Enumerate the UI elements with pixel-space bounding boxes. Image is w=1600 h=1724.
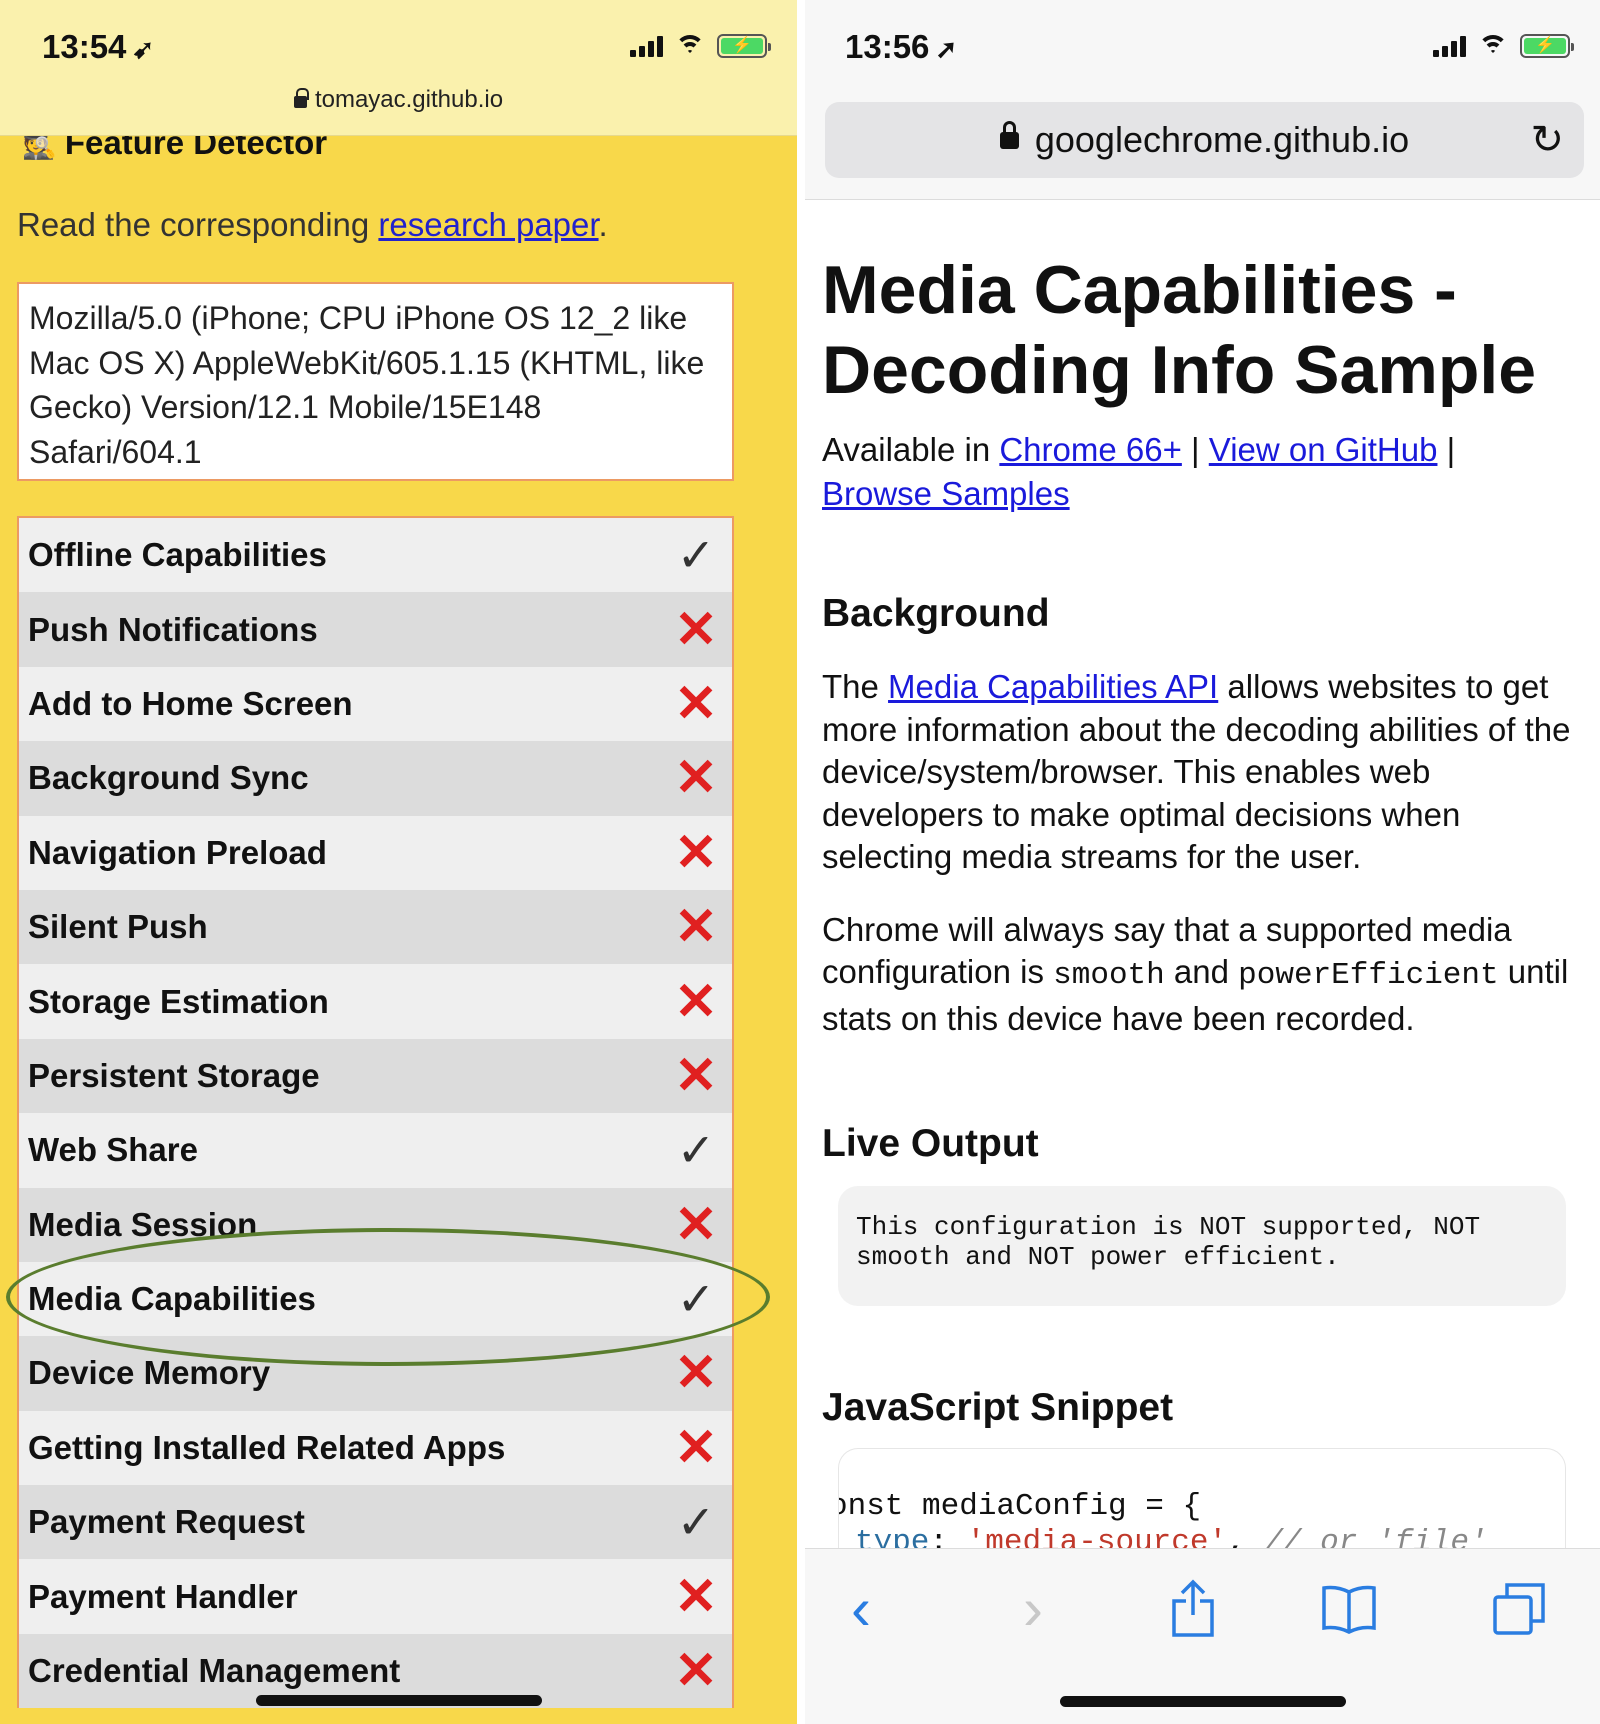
- cross-icon: ✕: [674, 898, 718, 957]
- page-content: Media Capabilities - Decoding Info Sampl…: [822, 200, 1592, 1568]
- feature-name: Silent Push: [28, 908, 208, 946]
- feature-name: Payment Request: [28, 1503, 305, 1541]
- status-time: 13:54 ➹: [42, 28, 155, 65]
- location-arrow-icon: ➹: [132, 34, 155, 64]
- feature-row: Silent Push ✕: [19, 889, 732, 965]
- feature-name: Media Capabilities: [28, 1280, 316, 1318]
- reload-icon[interactable]: ↻: [1530, 120, 1564, 160]
- feature-name: Device Memory: [28, 1354, 271, 1392]
- feature-detector-screen: 13:54 ➹ ⚡ tomayac.github.io 🕵 Feature Dete…: [0, 0, 797, 1724]
- cross-icon: ✕: [674, 674, 718, 733]
- bookmarks-icon[interactable]: [1319, 1579, 1379, 1639]
- feature-row: Offline Capabilities ✓: [19, 518, 732, 593]
- wifi-icon: [1478, 35, 1508, 57]
- feature-row: Media Capabilities ✓: [19, 1261, 732, 1337]
- wifi-icon: [675, 35, 705, 57]
- feature-row: Media Session ✕: [19, 1187, 732, 1262]
- status-bar: 13:54 ➹ ⚡ tomayac.github.io: [0, 0, 797, 136]
- cross-icon: ✕: [674, 600, 718, 659]
- feature-row: Persistent Storage ✕: [19, 1038, 732, 1114]
- background-paragraph-2: Chrome will always say that a supported …: [822, 910, 1569, 1037]
- live-output-heading: Live Output: [822, 1122, 1039, 1165]
- cellular-signal-icon: [1433, 35, 1466, 57]
- feature-name: Add to Home Screen: [28, 684, 353, 722]
- checkmark-icon: ✓: [676, 1496, 716, 1549]
- back-icon[interactable]: ‹: [831, 1579, 891, 1639]
- cross-icon: ✕: [674, 1344, 718, 1403]
- cross-icon: ✕: [674, 749, 718, 808]
- cross-icon: ✕: [674, 1642, 718, 1701]
- feature-row: Getting Installed Related Apps ✕: [19, 1410, 732, 1486]
- share-icon[interactable]: [1163, 1579, 1223, 1639]
- chrome-version-link[interactable]: Chrome 66+: [999, 431, 1182, 468]
- feature-row: Web Share ✓: [19, 1113, 732, 1188]
- forward-icon[interactable]: ›: [1003, 1579, 1063, 1639]
- live-output-box: This configuration is NOT supported, NOT…: [838, 1186, 1566, 1306]
- lock-icon: [999, 120, 1019, 149]
- home-indicator[interactable]: [1060, 1696, 1346, 1707]
- browse-samples-link[interactable]: Browse Samples: [822, 475, 1070, 512]
- browser-top-bar: 13:56 ➚ ⚡ googlechrome.github.io ↻: [805, 0, 1600, 200]
- url-text: tomayac.github.io: [314, 86, 504, 113]
- checkmark-icon: ✓: [676, 529, 716, 582]
- background-paragraph-1: The Media Capabilities API allows websit…: [822, 668, 1571, 875]
- feature-row: Navigation Preload ✕: [19, 815, 732, 890]
- cross-icon: ✕: [674, 1567, 718, 1626]
- cross-icon: ✕: [674, 972, 718, 1031]
- url-text: googlechrome.github.io: [1034, 119, 1410, 160]
- feature-name: Background Sync: [28, 759, 309, 797]
- feature-name: Payment Handler: [28, 1577, 298, 1615]
- feature-row: Storage Estimation ✕: [19, 964, 732, 1039]
- availability-line: Available in Chrome 66+ | View on GitHub…: [822, 431, 1456, 512]
- feature-row: Background Sync ✕: [19, 741, 732, 816]
- feature-row: Add to Home Screen ✕: [19, 666, 732, 742]
- checkmark-icon: ✓: [676, 1124, 716, 1177]
- cross-icon: ✕: [674, 1418, 718, 1477]
- status-time: 13:56 ➚: [845, 28, 958, 65]
- intro-text: Read the corresponding research paper.: [17, 206, 608, 243]
- battery-charging-icon: ⚡: [717, 34, 771, 58]
- media-capabilities-api-link[interactable]: Media Capabilities API: [888, 668, 1218, 705]
- page-title: Media Capabilities - Decoding Info Sampl…: [822, 252, 1537, 408]
- feature-row: Device Memory ✕: [19, 1336, 732, 1411]
- javascript-snippet-heading: JavaScript Snippet: [822, 1386, 1174, 1429]
- tabs-icon[interactable]: [1489, 1579, 1549, 1639]
- cross-icon: ✕: [674, 1046, 718, 1105]
- code-line: onst mediaConfig = {: [838, 1489, 1202, 1524]
- feature-name: Persistent Storage: [28, 1056, 320, 1094]
- user-agent-field[interactable]: Mozilla/5.0 (iPhone; CPU iPhone OS 12_2 …: [17, 282, 734, 481]
- address-bar[interactable]: googlechrome.github.io ↻: [825, 102, 1584, 178]
- cross-icon: ✕: [674, 823, 718, 882]
- feature-name: Web Share: [28, 1131, 198, 1169]
- checkmark-icon: ✓: [676, 1273, 716, 1326]
- feature-name: Push Notifications: [28, 610, 318, 648]
- status-icons: ⚡: [630, 34, 771, 58]
- view-on-github-link[interactable]: View on GitHub: [1209, 431, 1438, 468]
- location-arrow-icon: ➚: [935, 34, 958, 64]
- feature-name: Navigation Preload: [28, 833, 327, 871]
- home-indicator[interactable]: [256, 1695, 542, 1706]
- feature-row: Payment Request ✓: [19, 1485, 732, 1560]
- battery-charging-icon: ⚡: [1520, 34, 1574, 58]
- lock-icon: [293, 88, 309, 108]
- cross-icon: ✕: [674, 1195, 718, 1254]
- cellular-signal-icon: [630, 35, 663, 57]
- safari-toolbar: ‹ ›: [805, 1548, 1600, 1724]
- feature-name: Offline Capabilities: [28, 536, 327, 574]
- media-capabilities-sample-screen: 13:56 ➚ ⚡ googlechrome.github.io ↻ Media …: [805, 0, 1600, 1724]
- feature-row: Payment Handler ✕: [19, 1559, 732, 1634]
- research-paper-link[interactable]: research paper: [378, 206, 598, 243]
- address-bar[interactable]: tomayac.github.io: [0, 86, 797, 114]
- feature-name: Storage Estimation: [28, 982, 329, 1020]
- feature-name: Getting Installed Related Apps: [28, 1428, 506, 1466]
- status-icons: ⚡: [1433, 34, 1574, 58]
- background-heading: Background: [822, 592, 1050, 635]
- feature-row: Push Notifications ✕: [19, 592, 732, 667]
- feature-name: Credential Management: [28, 1652, 401, 1690]
- feature-name: Media Session: [28, 1205, 258, 1243]
- feature-list: Offline Capabilities ✓ Push Notifications ✕…: [17, 516, 734, 1709]
- screenshot-divider: [797, 0, 805, 1724]
